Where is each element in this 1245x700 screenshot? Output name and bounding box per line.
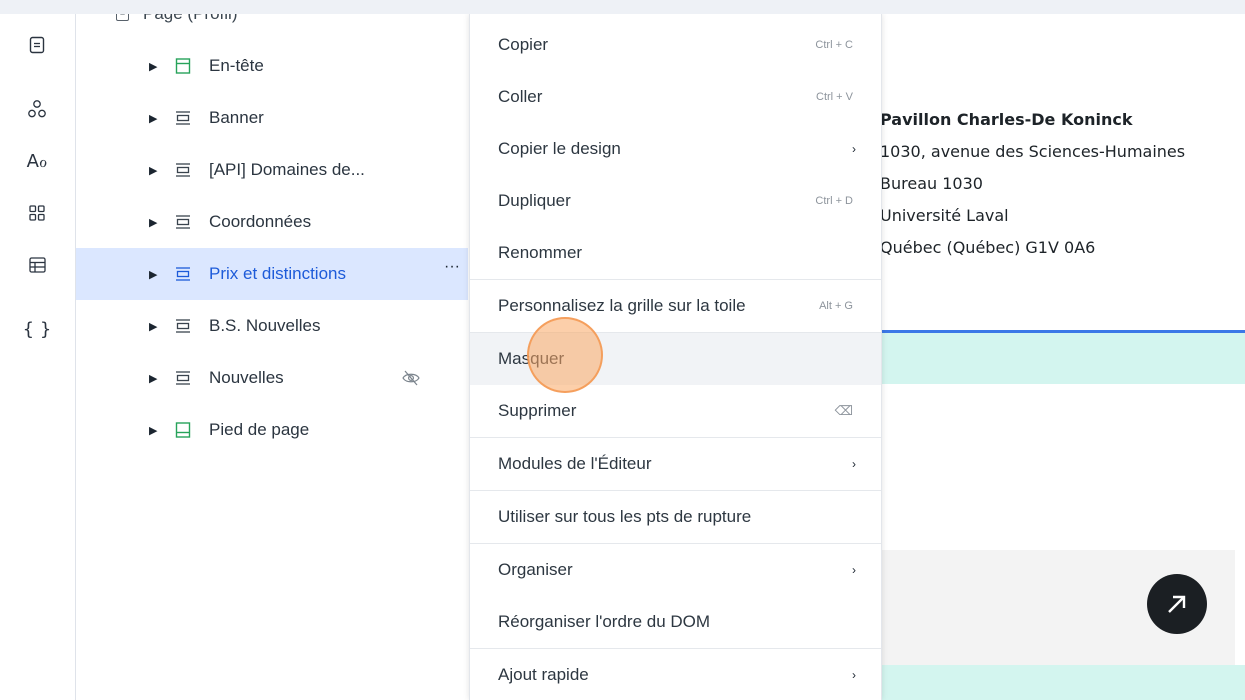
menu-item-label: Modules de l'Éditeur [498, 454, 652, 473]
shortcut-text: Ctrl + V [816, 91, 853, 103]
layer-label: En-tête [209, 56, 264, 75]
office-number: Bureau 1030 [880, 174, 983, 193]
menu-item-personnaliser-grille[interactable]: Personnalisez la grille sur la toile Alt… [470, 280, 881, 332]
menu-item-label: Organiser [498, 560, 573, 579]
menu-item-supprimer[interactable]: Supprimer ⌫ [470, 385, 881, 437]
section-icon [176, 111, 190, 125]
layer-item-bs-nouvelles[interactable]: ▶ B.S. Nouvelles [76, 300, 468, 352]
menu-item-label: Copier le design [498, 139, 621, 158]
teal-section [880, 333, 1245, 384]
pages-icon[interactable] [22, 30, 52, 60]
table-icon[interactable] [22, 250, 52, 280]
layer-label: Prix et distinctions [209, 264, 346, 283]
shortcut-text: Ctrl + D [815, 195, 853, 207]
chevron-right-icon: › [852, 457, 856, 471]
section-icon [176, 215, 190, 229]
menu-item-renommer[interactable]: Renommer [470, 227, 881, 279]
menu-item-label: Ajout rapide [498, 665, 589, 684]
context-menu: Copier Ctrl + C Coller Ctrl + V Copier l… [469, 14, 882, 700]
layer-item-prix-et-distinctions[interactable]: ▶ Prix et distinctions ··· [76, 248, 468, 300]
external-link-button[interactable] [1147, 574, 1207, 634]
expand-arrow-icon[interactable]: ▶ [149, 60, 157, 73]
backspace-icon: ⌫ [834, 403, 853, 418]
chevron-right-icon: › [852, 142, 856, 156]
layer-label: Banner [209, 108, 264, 127]
menu-item-copier[interactable]: Copier Ctrl + C [470, 19, 881, 71]
shortcut-text: Ctrl + C [815, 39, 853, 51]
menu-item-reorganiser-dom[interactable]: Réorganiser l'ordre du DOM [470, 596, 881, 648]
layer-label: Nouvelles [209, 368, 284, 387]
page-node[interactable]: − Page (Profil) [116, 14, 237, 28]
menu-item-label: Coller [498, 87, 543, 106]
layer-label: [API] Domaines de... [209, 160, 365, 179]
layer-item-banner[interactable]: ▶ Banner [76, 92, 468, 144]
layer-item-nouvelles[interactable]: ▶ Nouvelles [76, 352, 468, 404]
typography-icon[interactable]: Aℴ [22, 146, 52, 176]
apps-grid-icon[interactable] [22, 198, 52, 228]
building-name: Pavillon Charles-De Koninck [880, 110, 1133, 129]
layers-panel: − Page (Profil) ▶ En-tête ▶ Banner ▶ [AP… [76, 14, 468, 700]
expand-arrow-icon[interactable]: ▶ [149, 268, 157, 281]
page-label: Page (Profil) [143, 14, 237, 24]
layer-item-pied-de-page[interactable]: ▶ Pied de page [76, 404, 468, 456]
section-icon [176, 163, 190, 177]
menu-item-label: Supprimer [498, 401, 577, 420]
menu-item-label: Réorganiser l'ordre du DOM [498, 612, 711, 631]
menu-item-utiliser-tous-pts[interactable]: Utiliser sur tous les pts de rupture [470, 491, 881, 543]
section-icon [176, 267, 190, 281]
city-postal: Québec (Québec) G1V 0A6 [880, 238, 1096, 257]
expand-arrow-icon[interactable]: ▶ [149, 320, 157, 333]
menu-item-label: Dupliquer [498, 191, 571, 210]
menu-item-ajout-rapide[interactable]: Ajout rapide › [470, 649, 881, 700]
section-icon [176, 371, 190, 385]
chevron-right-icon: › [852, 668, 856, 682]
layer-label: B.S. Nouvelles [209, 316, 321, 335]
menu-item-label: Utiliser sur tous les pts de rupture [498, 507, 752, 526]
chevron-right-icon: › [852, 563, 856, 577]
code-braces-icon[interactable]: { } [22, 314, 52, 344]
layer-item-api-domaines[interactable]: ▶ [API] Domaines de... [76, 144, 468, 196]
expand-arrow-icon[interactable]: ▶ [149, 424, 157, 437]
menu-item-coller[interactable]: Coller Ctrl + V [470, 71, 881, 123]
menu-item-label: Copier [498, 35, 549, 54]
eye-off-icon[interactable] [401, 369, 421, 387]
menu-item-dupliquer[interactable]: Dupliquer Ctrl + D [470, 175, 881, 227]
left-toolbar: Aℴ { } [0, 14, 76, 700]
shortcut-text: Alt + G [819, 300, 853, 312]
menu-item-label: Personnalisez la grille sur la toile [498, 296, 746, 315]
click-indicator [527, 317, 603, 393]
expand-arrow-icon[interactable]: ▶ [149, 164, 157, 177]
arrow-up-right-icon [1168, 595, 1186, 613]
street-address: 1030, avenue des Sciences-Humaines [880, 142, 1186, 161]
menu-item-copier-le-design[interactable]: Copier le design › [470, 123, 881, 175]
collapse-icon[interactable]: − [116, 14, 129, 21]
layer-item-en-tete[interactable]: ▶ En-tête [76, 40, 468, 92]
layers-tree-icon[interactable] [22, 94, 52, 124]
menu-item-modules-editeur[interactable]: Modules de l'Éditeur › [470, 438, 881, 490]
editor-frame: Aℴ { } − Page (Profil) ▶ En-tête ▶ Banne… [0, 14, 1245, 700]
expand-arrow-icon[interactable]: ▶ [149, 216, 157, 229]
header-section-icon [175, 58, 191, 74]
layer-item-coordonnees[interactable]: ▶ Coordonnées [76, 196, 468, 248]
address-block: Pavillon Charles-De Koninck 1030, avenue… [880, 104, 1185, 264]
menu-item-organiser[interactable]: Organiser › [470, 544, 881, 596]
section-icon [176, 319, 190, 333]
layer-label: Coordonnées [209, 212, 312, 231]
teal-section-bottom [880, 665, 1245, 700]
layer-label: Pied de page [209, 420, 310, 439]
expand-arrow-icon[interactable]: ▶ [149, 112, 157, 125]
more-actions-icon[interactable]: ··· [444, 258, 460, 276]
menu-item-label: Renommer [498, 243, 583, 262]
expand-arrow-icon[interactable]: ▶ [149, 372, 157, 385]
university-name: Université Laval [880, 206, 1009, 225]
footer-section-icon [175, 422, 191, 438]
